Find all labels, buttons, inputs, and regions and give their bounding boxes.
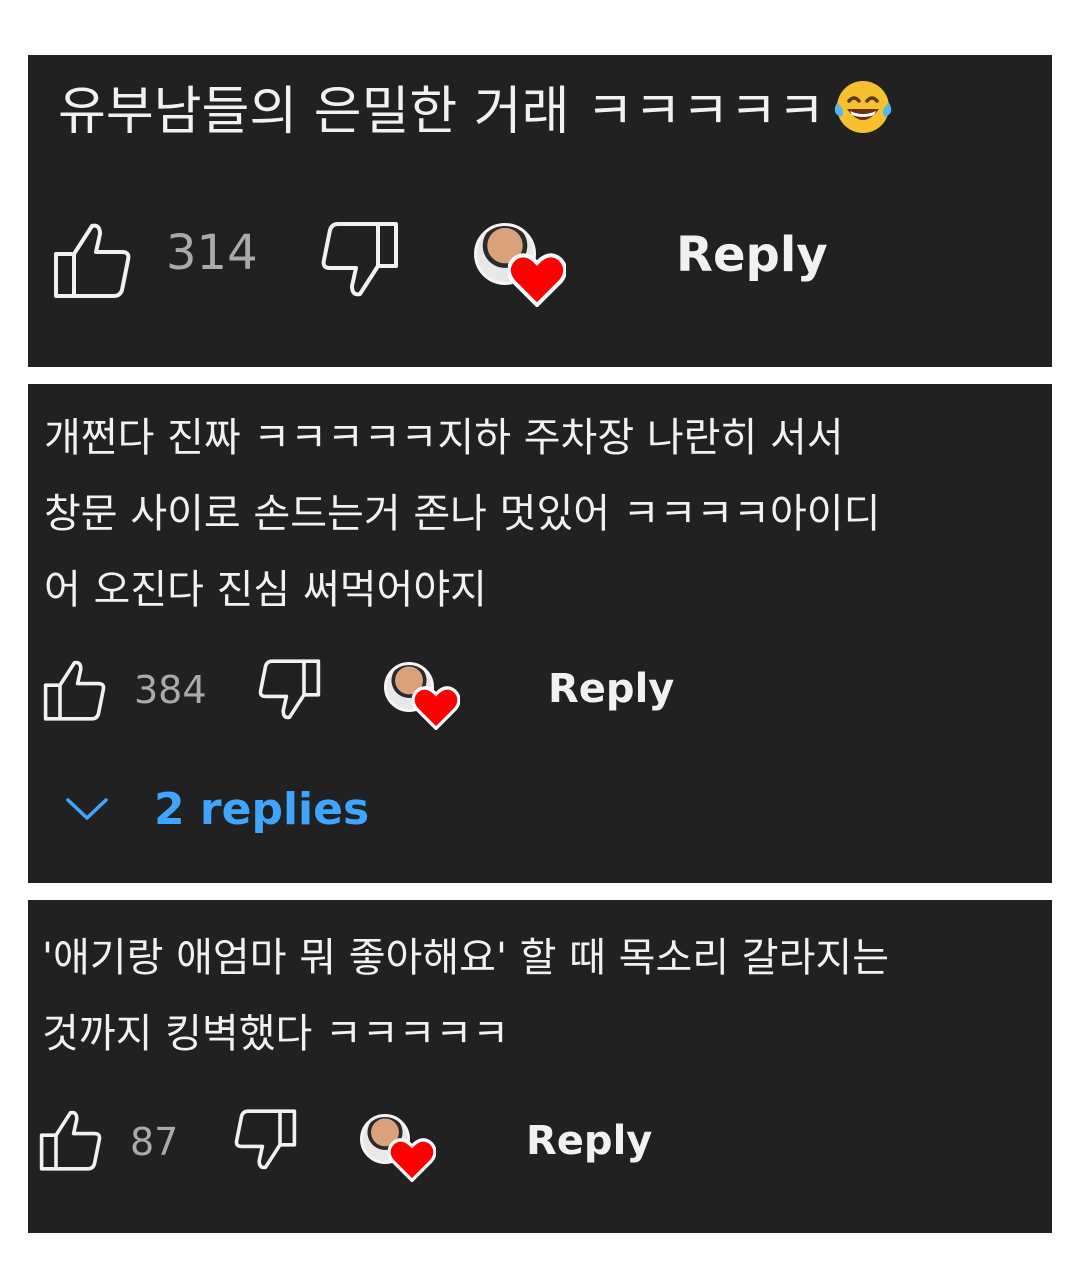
thumbs-down-icon bbox=[254, 658, 322, 722]
comment-text: 개쩐다 진짜 ㅋㅋㅋㅋㅋ지하 주차장 나란히 서서 창문 사이로 손드는거 존나… bbox=[44, 400, 880, 628]
comment-line: 창문 사이로 손드는거 존나 멋있어 ㅋㅋㅋㅋ아이디 bbox=[44, 491, 881, 537]
chevron-down-icon bbox=[64, 784, 110, 830]
reply-button[interactable]: Reply bbox=[676, 227, 828, 283]
thumbs-down-icon bbox=[316, 220, 400, 300]
reply-button[interactable]: Reply bbox=[548, 666, 674, 712]
like-count: 314 bbox=[166, 225, 258, 281]
like-button[interactable] bbox=[38, 1108, 106, 1172]
like-count: 87 bbox=[130, 1120, 179, 1164]
like-count: 384 bbox=[134, 668, 207, 712]
like-button[interactable] bbox=[42, 658, 110, 722]
dislike-button[interactable] bbox=[316, 220, 400, 300]
comment-card: 개쩐다 진짜 ㅋㅋㅋㅋㅋ지하 주차장 나란히 서서 창문 사이로 손드는거 존나… bbox=[28, 384, 1052, 883]
thumbs-up-icon bbox=[42, 658, 110, 722]
laughing-tears-emoji-icon bbox=[831, 77, 895, 153]
like-button[interactable] bbox=[52, 220, 136, 300]
thumbs-down-icon bbox=[230, 1108, 298, 1172]
comment-text: 유부남들의 은밀한 거래 ㅋㅋㅋㅋㅋ bbox=[58, 77, 895, 153]
dislike-button[interactable] bbox=[230, 1108, 298, 1172]
creator-heart-icon bbox=[387, 1138, 437, 1186]
comment-line: 개쩐다 진짜 ㅋㅋㅋㅋㅋ지하 주차장 나란히 서서 bbox=[44, 415, 844, 461]
thumbs-up-icon bbox=[38, 1108, 106, 1172]
view-replies-button[interactable]: 2 replies bbox=[64, 784, 369, 835]
comment-text: '애기랑 애엄마 뭐 좋아해요' 할 때 목소리 갈라지는 것까지 킹벽했다 ㅋ… bbox=[42, 920, 889, 1072]
comment-line: '애기랑 애엄마 뭐 좋아해요' 할 때 목소리 갈라지는 bbox=[42, 935, 889, 981]
comment-line: 것까지 킹벽했다 ㅋㅋㅋㅋㅋ bbox=[42, 1011, 510, 1057]
comment-card: 유부남들의 은밀한 거래 ㅋㅋㅋㅋㅋ 314 Reply bbox=[28, 55, 1052, 367]
dislike-button[interactable] bbox=[254, 658, 322, 722]
reply-button[interactable]: Reply bbox=[526, 1118, 652, 1164]
comment-line: 어 오진다 진심 써먹어야지 bbox=[44, 567, 487, 613]
comment-line: 유부남들의 은밀한 거래 ㅋㅋㅋㅋㅋ bbox=[58, 77, 895, 153]
thumbs-up-icon bbox=[52, 220, 136, 300]
creator-heart-icon bbox=[506, 253, 568, 311]
comment-card: '애기랑 애엄마 뭐 좋아해요' 할 때 목소리 갈라지는 것까지 킹벽했다 ㅋ… bbox=[28, 900, 1052, 1233]
replies-count-label: 2 replies bbox=[154, 784, 370, 835]
creator-heart-icon bbox=[411, 686, 461, 734]
